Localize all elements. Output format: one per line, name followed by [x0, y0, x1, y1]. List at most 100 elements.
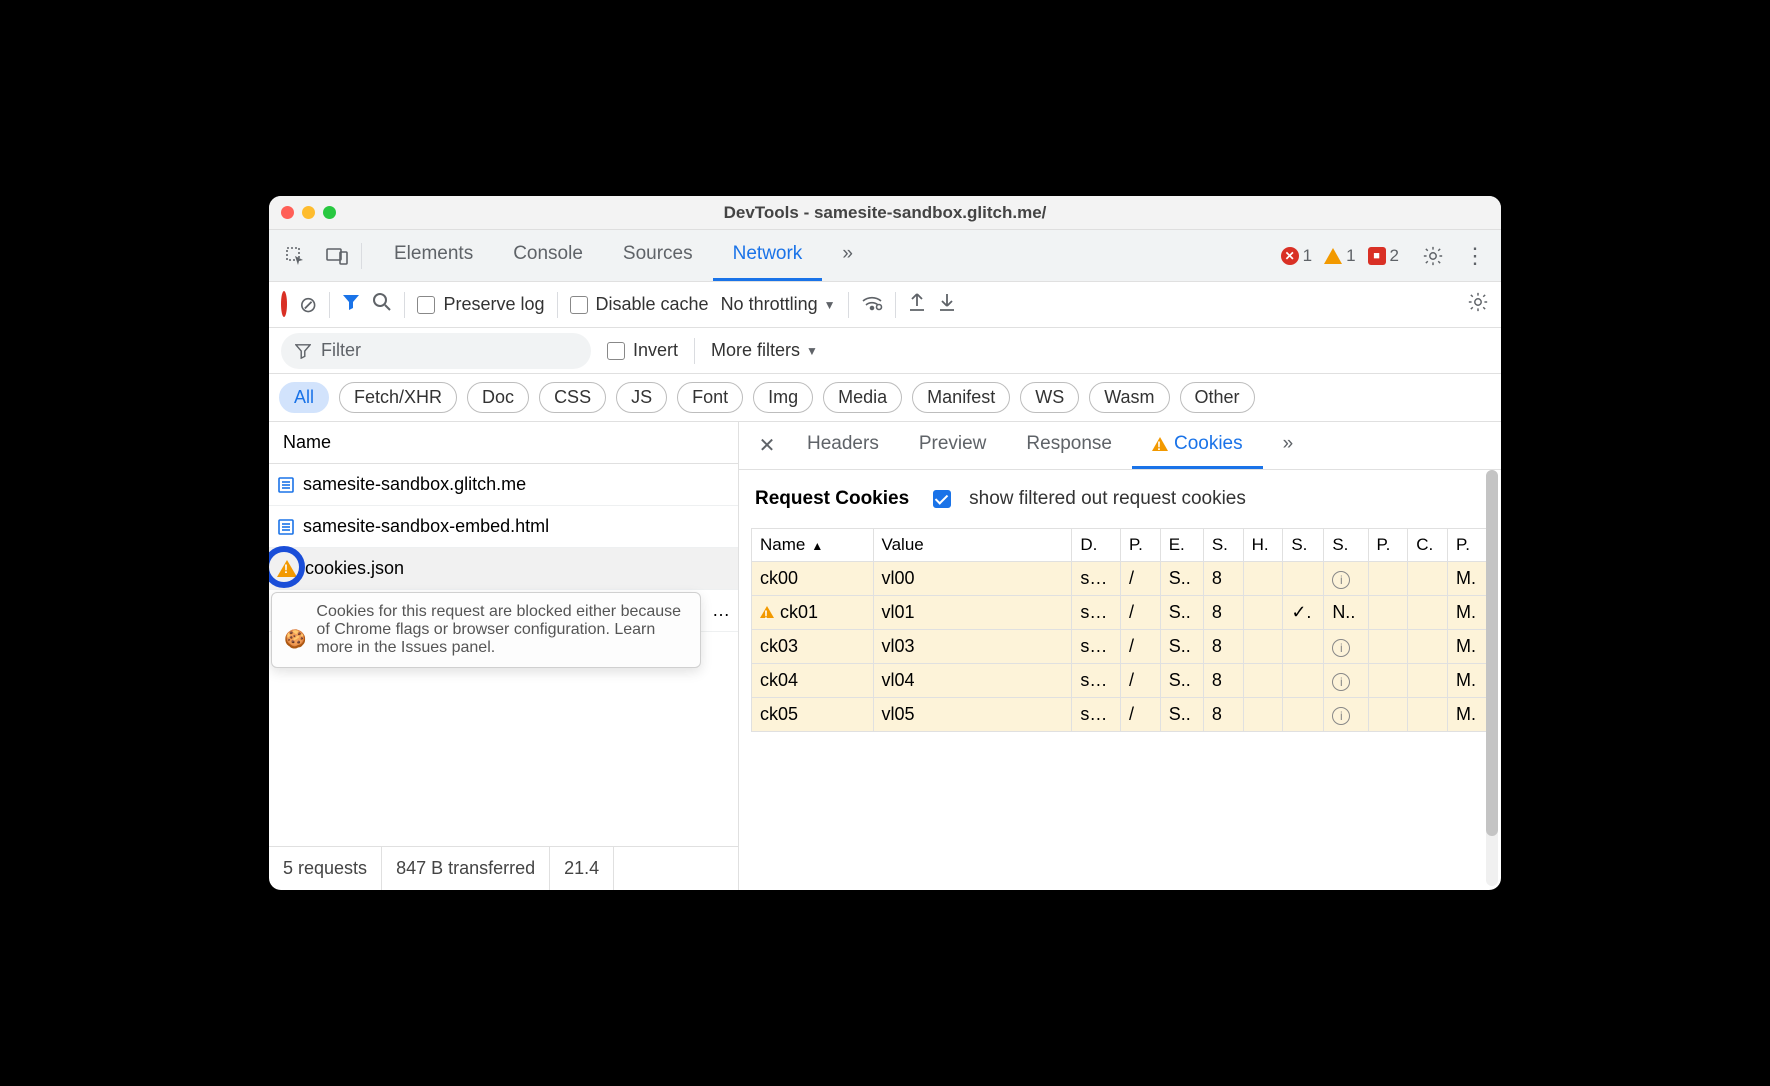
request-row[interactable]: cookies.json — [269, 548, 738, 590]
cookies-section-header: Request Cookies show filtered out reques… — [739, 470, 1501, 528]
detail-scrollbar[interactable] — [1486, 470, 1498, 886]
filter-input[interactable]: Filter — [281, 333, 591, 369]
more-filters-dropdown[interactable]: More filters▼ — [711, 340, 818, 361]
status-requests: 5 requests — [269, 847, 382, 890]
content-split: Name samesite-sandbox.glitch.mesamesite-… — [269, 422, 1501, 890]
info-icon: i — [1332, 571, 1350, 589]
cookie-row[interactable]: ck04vl04s…/S..8iM. — [752, 664, 1489, 698]
request-list-pane: Name samesite-sandbox.glitch.mesamesite-… — [269, 422, 739, 890]
status-time: 21.4 — [550, 847, 614, 890]
chip-font[interactable]: Font — [677, 382, 743, 413]
request-row[interactable]: samesite-sandbox.glitch.me — [269, 464, 738, 506]
search-button-icon[interactable] — [372, 292, 392, 317]
column-header[interactable]: S. — [1203, 529, 1243, 562]
record-button[interactable] — [281, 294, 287, 315]
tab-elements[interactable]: Elements — [374, 230, 493, 281]
preserve-log-checkbox[interactable]: Preserve log — [417, 294, 544, 315]
request-detail-pane: ✕ Headers Preview Response Cookies » Req… — [739, 422, 1501, 890]
tab-response[interactable]: Response — [1006, 422, 1132, 469]
filter-toggle-icon[interactable] — [342, 293, 360, 316]
divider — [329, 292, 330, 318]
chip-css[interactable]: CSS — [539, 382, 606, 413]
tab-console[interactable]: Console — [493, 230, 603, 281]
network-settings-gear-icon[interactable] — [1467, 291, 1489, 318]
cookie-row[interactable]: ck03vl03s…/S..8iM. — [752, 630, 1489, 664]
message-count: 2 — [1390, 246, 1399, 266]
column-header[interactable]: P. — [1448, 529, 1489, 562]
device-toolbar-icon[interactable] — [319, 238, 355, 274]
request-name: cookies.json — [305, 558, 404, 579]
column-header[interactable]: S. — [1324, 529, 1368, 562]
tab-more[interactable]: » — [822, 230, 873, 281]
cookie-row[interactable]: ck05vl05s…/S..8iM. — [752, 698, 1489, 732]
status-transferred: 847 B transferred — [382, 847, 550, 890]
chip-media[interactable]: Media — [823, 382, 902, 413]
mac-traffic-lights — [281, 206, 336, 219]
divider — [557, 292, 558, 318]
column-header[interactable]: C. — [1408, 529, 1448, 562]
chip-other[interactable]: Other — [1180, 382, 1255, 413]
column-header[interactable]: H. — [1243, 529, 1283, 562]
chip-ws[interactable]: WS — [1020, 382, 1079, 413]
column-header[interactable]: S. — [1283, 529, 1324, 562]
tab-headers[interactable]: Headers — [787, 422, 899, 469]
close-detail-button[interactable]: ✕ — [747, 433, 787, 458]
type-filter-chips: All Fetch/XHR Doc CSS JS Font Img Media … — [269, 374, 1501, 422]
kebab-menu-icon[interactable]: ⋮ — [1457, 238, 1493, 274]
chip-js[interactable]: JS — [616, 382, 667, 413]
column-header[interactable]: Value — [873, 529, 1072, 562]
cookie-row[interactable]: ck01vl01s…/S..8✓.N..M. — [752, 596, 1489, 630]
divider — [848, 292, 849, 318]
cookie-icon: 🍪 — [284, 629, 306, 650]
chip-all[interactable]: All — [279, 382, 329, 413]
import-har-icon[interactable] — [938, 292, 956, 317]
settings-gear-icon[interactable] — [1415, 238, 1451, 274]
chip-fetch-xhr[interactable]: Fetch/XHR — [339, 382, 457, 413]
tab-more-detail[interactable]: » — [1263, 422, 1314, 469]
column-header[interactable]: D. — [1072, 529, 1121, 562]
chip-manifest[interactable]: Manifest — [912, 382, 1010, 413]
column-header[interactable]: P. — [1120, 529, 1160, 562]
filter-row: Filter Invert More filters▼ — [269, 328, 1501, 374]
devtools-window: DevTools - samesite-sandbox.glitch.me/ E… — [269, 196, 1501, 890]
issue-counts[interactable]: ✕1 1 ■2 — [1281, 246, 1399, 266]
column-header[interactable]: Name▲ — [752, 529, 874, 562]
maximize-window-button[interactable] — [323, 206, 336, 219]
tab-sources[interactable]: Sources — [603, 230, 713, 281]
issues-badge-icon: ■ — [1368, 247, 1386, 265]
tab-network[interactable]: Network — [713, 230, 823, 281]
divider — [361, 243, 362, 269]
info-icon: i — [1332, 707, 1350, 725]
column-header[interactable]: E. — [1160, 529, 1203, 562]
invert-checkbox[interactable]: Invert — [607, 340, 678, 361]
detail-tabs: ✕ Headers Preview Response Cookies » — [739, 422, 1501, 470]
warning-icon — [1324, 248, 1342, 264]
tab-preview[interactable]: Preview — [899, 422, 1007, 469]
main-tabbar: Elements Console Sources Network » ✕1 1 … — [269, 230, 1501, 282]
network-conditions-icon[interactable] — [861, 293, 883, 316]
chip-doc[interactable]: Doc — [467, 382, 529, 413]
table-header-row: Name▲ValueD.P.E.S.H.S.S.P.C.P. — [752, 529, 1489, 562]
column-header[interactable]: P. — [1368, 529, 1408, 562]
divider — [895, 292, 896, 318]
request-cookies-title: Request Cookies — [755, 488, 909, 510]
minimize-window-button[interactable] — [302, 206, 315, 219]
show-filtered-checkbox[interactable]: show filtered out request cookies — [933, 488, 1246, 510]
network-toolbar: ⊘ Preserve log Disable cache No throttli… — [269, 282, 1501, 328]
name-column-header[interactable]: Name — [269, 422, 738, 464]
chip-wasm[interactable]: Wasm — [1089, 382, 1169, 413]
tab-cookies[interactable]: Cookies — [1132, 422, 1263, 469]
inspect-element-icon[interactable] — [277, 238, 313, 274]
throttling-select[interactable]: No throttling▼ — [721, 294, 836, 315]
request-row[interactable]: samesite-sandbox-embed.html — [269, 506, 738, 548]
error-icon: ✕ — [1281, 247, 1299, 265]
export-har-icon[interactable] — [908, 292, 926, 317]
document-icon — [277, 518, 295, 536]
clear-button[interactable]: ⊘ — [299, 292, 317, 318]
chip-img[interactable]: Img — [753, 382, 813, 413]
disable-cache-checkbox[interactable]: Disable cache — [570, 294, 709, 315]
cookie-row[interactable]: ck00vl00s…/S..8iM. — [752, 562, 1489, 596]
close-window-button[interactable] — [281, 206, 294, 219]
divider — [694, 338, 695, 364]
scrollbar-thumb[interactable] — [1486, 470, 1498, 836]
